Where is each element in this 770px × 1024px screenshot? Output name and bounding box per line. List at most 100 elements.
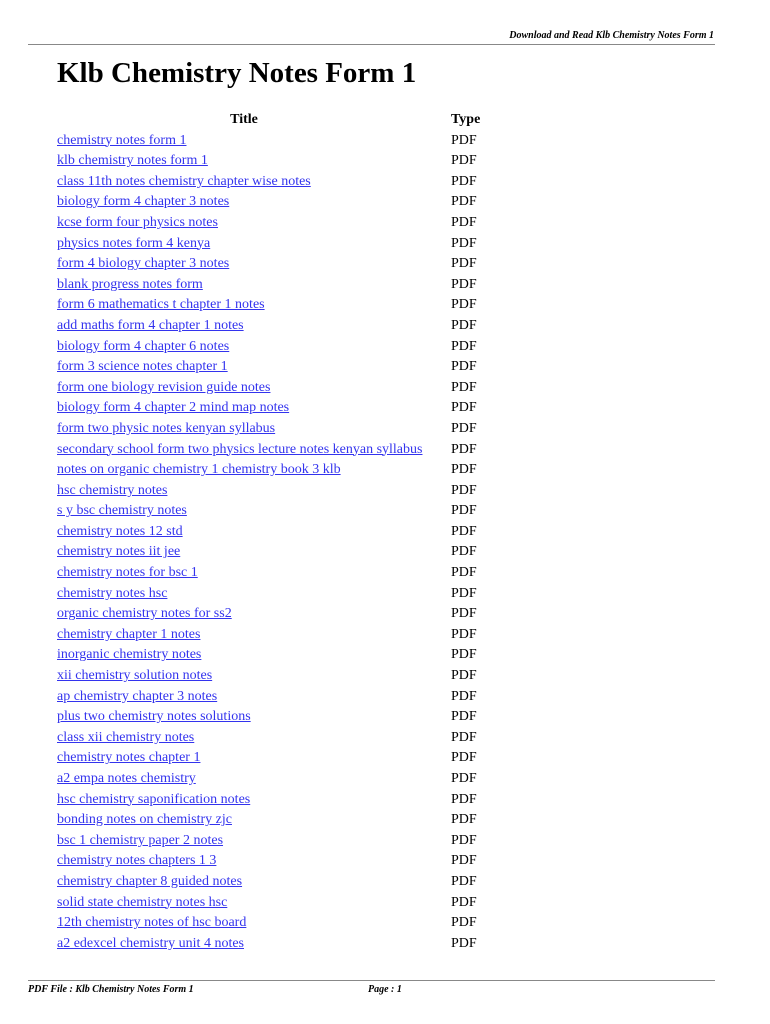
document-link[interactable]: ap chemistry chapter 3 notes — [57, 689, 217, 704]
table-row: physics notes form 4 kenya PDF — [57, 234, 480, 255]
file-type-label: PDF — [451, 338, 477, 354]
title-cell: form two physic notes kenyan syllabus — [57, 419, 431, 440]
results-table-body: chemistry notes form 1 PDF klb chemistry n… — [57, 131, 480, 955]
document-link[interactable]: physics notes form 4 kenya — [57, 236, 210, 251]
title-cell: s y bsc chemistry notes — [57, 501, 431, 522]
document-link[interactable]: chemistry notes form 1 — [57, 133, 186, 148]
table-row: biology form 4 chapter 3 notes PDF — [57, 192, 480, 213]
document-link[interactable]: chemistry chapter 8 guided notes — [57, 874, 242, 889]
title-cell: secondary school form two physics lectur… — [57, 440, 431, 461]
document-link[interactable]: bsc 1 chemistry paper 2 notes — [57, 833, 223, 848]
document-link[interactable]: form two physic notes kenyan syllabus — [57, 421, 275, 436]
document-link[interactable]: solid state chemistry notes hsc — [57, 895, 227, 910]
file-type-label: PDF — [451, 668, 477, 684]
header-divider — [28, 44, 715, 45]
file-type-label: PDF — [451, 894, 477, 910]
file-type-label: PDF — [451, 812, 477, 828]
title-cell: solid state chemistry notes hsc — [57, 893, 431, 914]
document-link[interactable]: biology form 4 chapter 6 notes — [57, 339, 229, 354]
document-title: Klb Chemistry Notes Form 1 — [57, 57, 417, 89]
title-cell: a2 empa notes chemistry — [57, 769, 431, 790]
file-type-label: PDF — [451, 194, 477, 210]
document-link[interactable]: chemistry notes iit jee — [57, 544, 180, 559]
file-type-label: PDF — [451, 214, 477, 230]
document-link[interactable]: add maths form 4 chapter 1 notes — [57, 318, 244, 333]
table-row: hsc chemistry notes PDF — [57, 481, 480, 502]
file-type-label: PDF — [451, 400, 477, 416]
title-cell: ap chemistry chapter 3 notes — [57, 687, 431, 708]
title-cell: a2 edexcel chemistry unit 4 notes — [57, 934, 431, 955]
document-link[interactable]: chemistry notes chapters 1 3 — [57, 853, 216, 868]
title-cell: class xii chemistry notes — [57, 728, 431, 749]
table-row: plus two chemistry notes solutions PDF — [57, 707, 480, 728]
document-link[interactable]: klb chemistry notes form 1 — [57, 153, 208, 168]
document-link[interactable]: bonding notes on chemistry zjc — [57, 812, 232, 827]
table-row: chemistry notes hsc PDF — [57, 584, 480, 605]
document-link[interactable]: organic chemistry notes for ss2 — [57, 606, 232, 621]
table-row: chemistry notes chapter 1 PDF — [57, 748, 480, 769]
file-type-label: PDF — [451, 771, 477, 786]
results-table: Title Type chemistry notes form 1 PDF klb … — [57, 110, 480, 954]
document-link[interactable]: chemistry notes chapter 1 — [57, 750, 200, 765]
document-link[interactable]: xii chemistry solution notes — [57, 668, 212, 683]
page-header-text: Download and Read Klb Chemistry Notes Fo… — [509, 30, 714, 41]
document-link[interactable]: s y bsc chemistry notes — [57, 503, 187, 518]
table-row: secondary school form two physics lectur… — [57, 440, 480, 461]
title-cell: form one biology revision guide notes — [57, 378, 431, 399]
table-row: solid state chemistry notes hsc PDF — [57, 893, 480, 914]
file-type-label: PDF — [451, 132, 477, 148]
document-link[interactable]: form 4 biology chapter 3 notes — [57, 256, 229, 271]
title-cell: inorganic chemistry notes — [57, 645, 431, 666]
title-cell: xii chemistry solution notes — [57, 666, 431, 687]
document-link[interactable]: hsc chemistry notes — [57, 483, 167, 498]
file-type-label: PDF — [451, 750, 477, 766]
document-link[interactable]: biology form 4 chapter 3 notes — [57, 194, 229, 209]
title-cell: add maths form 4 chapter 1 notes — [57, 316, 431, 337]
document-link[interactable]: chemistry notes for bsc 1 — [57, 565, 198, 580]
document-link[interactable]: inorganic chemistry notes — [57, 647, 201, 662]
table-row: chemistry notes iit jee PDF — [57, 542, 480, 563]
table-row: chemistry notes chapters 1 3 PDF — [57, 851, 480, 872]
document-link[interactable]: chemistry notes 12 std — [57, 524, 183, 539]
table-row: blank progress notes form PDF — [57, 275, 480, 296]
document-link[interactable]: hsc chemistry saponification notes — [57, 792, 250, 807]
document-link[interactable]: form 6 mathematics t chapter 1 notes — [57, 297, 265, 312]
file-type-label: PDF — [451, 297, 477, 313]
document-link[interactable]: biology form 4 chapter 2 mind map notes — [57, 400, 289, 415]
document-link[interactable]: class xii chemistry notes — [57, 730, 194, 745]
title-cell: biology form 4 chapter 2 mind map notes — [57, 398, 431, 419]
document-link[interactable]: 12th chemistry notes of hsc board — [57, 915, 246, 930]
file-type-label: PDF — [451, 256, 477, 272]
file-type-label: PDF — [451, 544, 477, 560]
document-link[interactable]: plus two chemistry notes solutions — [57, 709, 251, 724]
title-cell: bsc 1 chemistry paper 2 notes — [57, 831, 431, 852]
title-cell: physics notes form 4 kenya — [57, 234, 431, 255]
table-row: form one biology revision guide notes PDF — [57, 378, 480, 399]
document-link[interactable]: a2 edexcel chemistry unit 4 notes — [57, 936, 244, 951]
table-row: a2 edexcel chemistry unit 4 notes PDF — [57, 934, 480, 955]
document-link[interactable]: notes on organic chemistry 1 chemistry b… — [57, 462, 341, 477]
table-row: xii chemistry solution notes PDF — [57, 666, 480, 687]
document-link[interactable]: chemistry notes hsc — [57, 586, 167, 601]
title-cell: 12th chemistry notes of hsc board — [57, 913, 431, 934]
table-row: chemistry chapter 1 notes PDF — [57, 625, 480, 646]
document-link[interactable]: kcse form four physics notes — [57, 215, 218, 230]
document-link[interactable]: blank progress notes form — [57, 277, 203, 292]
table-row: bonding notes on chemistry zjc PDF — [57, 810, 480, 831]
table-row: klb chemistry notes form 1 PDF — [57, 151, 480, 172]
title-cell: form 4 biology chapter 3 notes — [57, 254, 431, 275]
file-type-label: PDF — [451, 317, 477, 333]
table-row: chemistry chapter 8 guided notes PDF — [57, 872, 480, 893]
document-link[interactable]: a2 empa notes chemistry — [57, 771, 196, 786]
document-link[interactable]: form one biology revision guide notes — [57, 380, 270, 395]
document-link[interactable]: secondary school form two physics lectur… — [57, 442, 422, 457]
title-cell: hsc chemistry saponification notes — [57, 790, 431, 811]
document-link[interactable]: class 11th notes chemistry chapter wise … — [57, 174, 311, 189]
title-cell: chemistry notes hsc — [57, 584, 431, 605]
document-link[interactable]: chemistry chapter 1 notes — [57, 627, 200, 642]
file-type-label: PDF — [451, 688, 477, 704]
file-type-label: PDF — [451, 359, 477, 375]
document-link[interactable]: form 3 science notes chapter 1 — [57, 359, 228, 374]
footer-file-label: PDF File : Klb Chemistry Notes Form 1 — [28, 984, 194, 995]
title-cell: kcse form four physics notes — [57, 213, 431, 234]
